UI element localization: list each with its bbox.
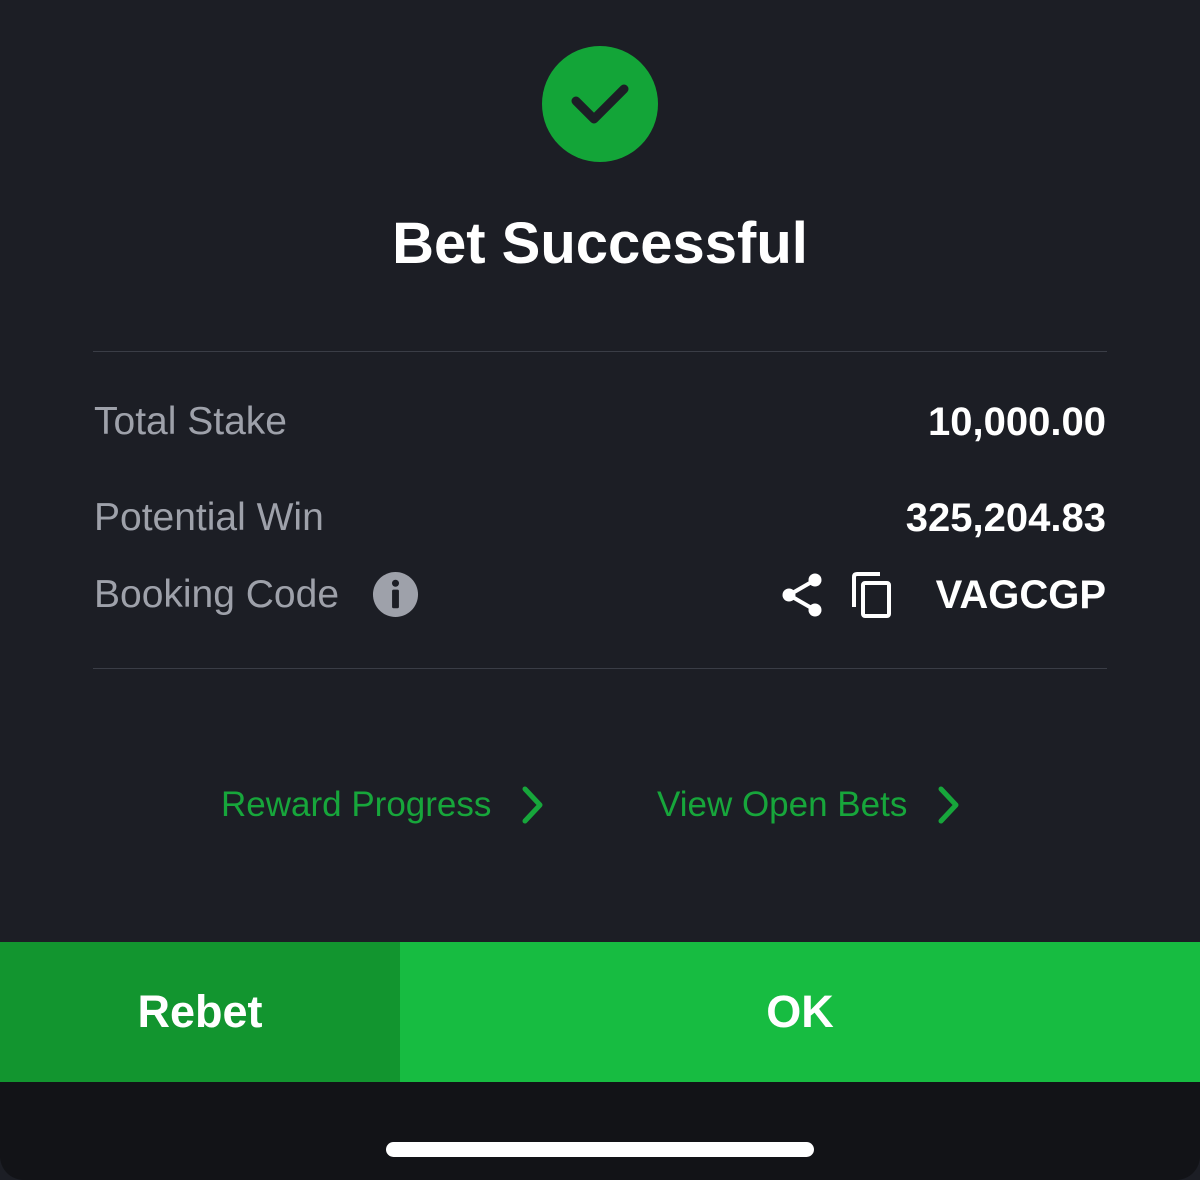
checkmark-icon (571, 84, 629, 124)
potential-win-label: Potential Win (94, 496, 324, 539)
total-stake-value: 10,000.00 (928, 400, 1106, 444)
share-icon[interactable] (779, 571, 825, 619)
view-open-bets-label: View Open Bets (657, 785, 908, 824)
top-divider (93, 351, 1107, 352)
copy-icon[interactable] (850, 571, 894, 619)
reward-progress-label: Reward Progress (221, 785, 492, 824)
rebet-button[interactable]: Rebet (0, 942, 400, 1082)
total-stake-label: Total Stake (94, 400, 287, 443)
reward-progress-link[interactable]: Reward Progress (221, 780, 545, 830)
potential-win-value: 325,204.83 (905, 496, 1106, 540)
chevron-right-icon (522, 786, 543, 824)
bet-success-screen: Bet Successful Total Stake 10,000.00 Pot… (0, 0, 1200, 1180)
bottom-safe-area (0, 1082, 1200, 1180)
page-title: Bet Successful (392, 211, 808, 276)
success-check-badge (542, 46, 658, 162)
booking-code-value[interactable]: VAGCGP (936, 571, 1106, 619)
ok-button[interactable]: OK (400, 942, 1200, 1082)
view-open-bets-link[interactable]: View Open Bets (657, 780, 961, 830)
home-indicator[interactable] (386, 1142, 814, 1157)
booking-code-label: Booking Code (94, 573, 340, 616)
chevron-right-icon (938, 786, 959, 824)
bottom-divider (93, 668, 1107, 669)
info-icon[interactable] (372, 571, 419, 618)
